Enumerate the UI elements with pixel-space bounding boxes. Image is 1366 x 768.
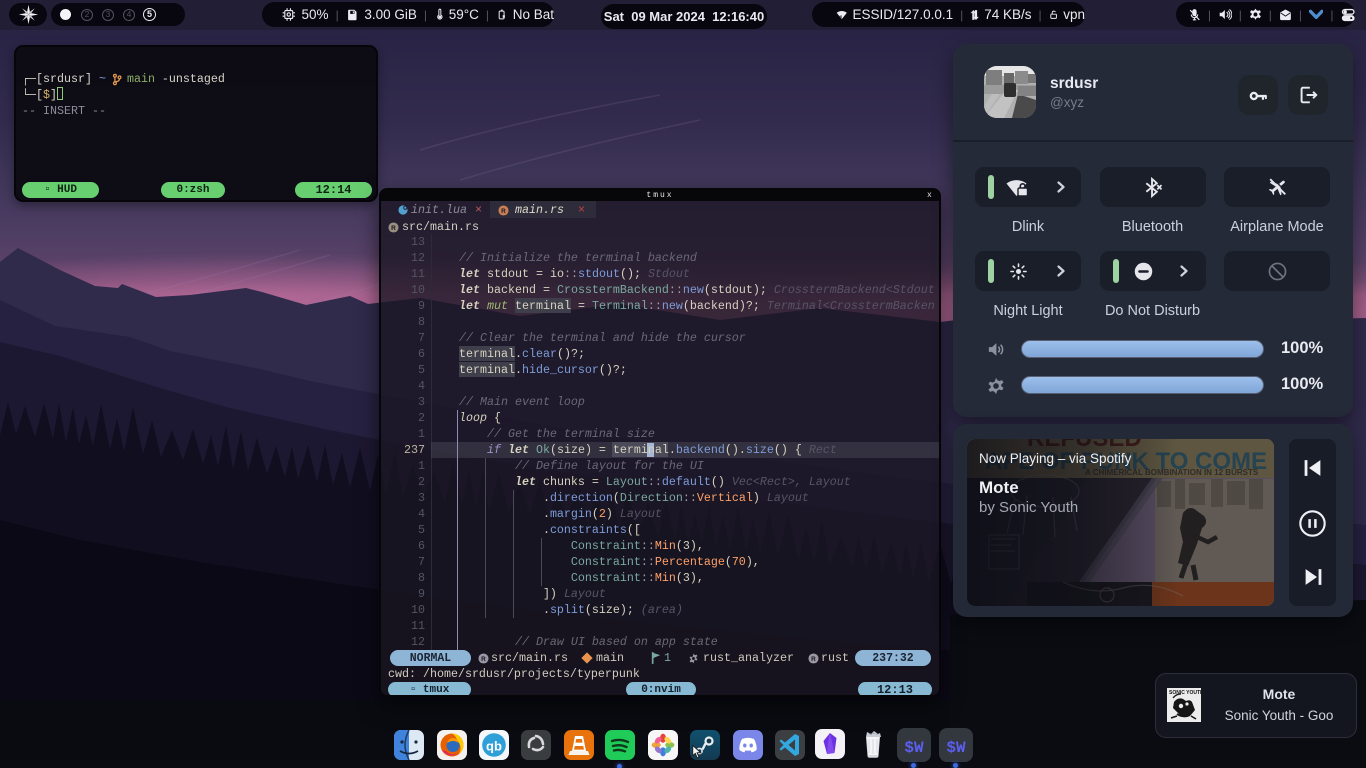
svg-text:R: R	[501, 207, 506, 214]
svg-text:$W: $W	[946, 739, 966, 757]
svg-text:SONIC YOUTH: SONIC YOUTH	[1169, 690, 1201, 696]
svg-text:$W: $W	[904, 739, 924, 757]
svg-text:R: R	[481, 655, 486, 662]
svg-text:qb: qb	[486, 739, 502, 754]
svg-text:R: R	[391, 224, 396, 231]
svg-text:R: R	[811, 655, 816, 662]
